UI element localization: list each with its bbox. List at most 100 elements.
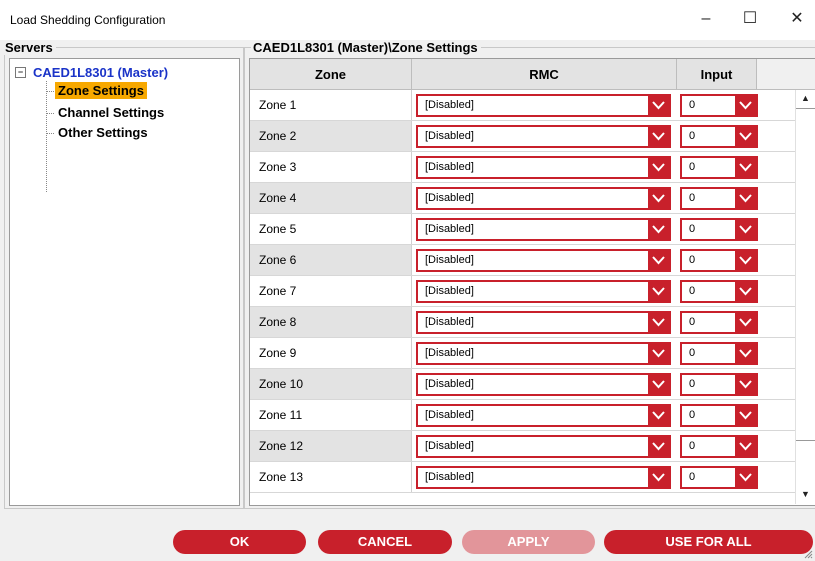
input-dropdown[interactable]: 0 (680, 249, 758, 272)
chevron-down-icon[interactable] (648, 220, 669, 239)
table-row: Zone 2 [Disabled] 0 (250, 121, 795, 152)
table-row: Zone 3 [Disabled] 0 (250, 152, 795, 183)
input-value: 0 (689, 378, 696, 390)
rmc-dropdown[interactable]: [Disabled] (416, 373, 671, 396)
chevron-down-icon[interactable] (648, 468, 669, 487)
scroll-up-icon[interactable]: ▲ (801, 93, 810, 103)
rmc-dropdown[interactable]: [Disabled] (416, 435, 671, 458)
rmc-dropdown[interactable]: [Disabled] (416, 311, 671, 334)
maximize-button[interactable]: ☐ (732, 6, 768, 32)
chevron-down-icon[interactable] (735, 96, 756, 115)
rmc-value: [Disabled] (425, 316, 474, 328)
chevron-down-icon[interactable] (648, 189, 669, 208)
input-dropdown[interactable]: 0 (680, 94, 758, 117)
input-dropdown[interactable]: 0 (680, 342, 758, 365)
chevron-down-icon[interactable] (648, 313, 669, 332)
chevron-down-icon[interactable] (735, 189, 756, 208)
window-title: Load Shedding Configuration (10, 13, 166, 27)
input-dropdown[interactable]: 0 (680, 187, 758, 210)
input-value: 0 (689, 409, 696, 421)
input-dropdown[interactable]: 0 (680, 218, 758, 241)
chevron-down-icon[interactable] (735, 437, 756, 456)
chevron-down-icon[interactable] (735, 375, 756, 394)
chevron-down-icon[interactable] (735, 158, 756, 177)
input-dropdown[interactable]: 0 (680, 466, 758, 489)
chevron-down-icon[interactable] (735, 344, 756, 363)
zone-cell: Zone 12 (250, 431, 412, 461)
table-row: Zone 8 [Disabled] 0 (250, 307, 795, 338)
zone-cell: Zone 7 (250, 276, 412, 306)
chevron-down-icon[interactable] (648, 127, 669, 146)
resize-grip-icon[interactable] (804, 550, 813, 559)
server-tree[interactable]: − CAED1L8301 (Master) Zone Settings Chan… (9, 58, 240, 506)
input-dropdown[interactable]: 0 (680, 311, 758, 334)
input-dropdown[interactable]: 0 (680, 373, 758, 396)
chevron-down-icon[interactable] (735, 220, 756, 239)
column-header-zone[interactable]: Zone (250, 59, 412, 90)
collapse-icon[interactable]: − (15, 67, 26, 78)
chevron-down-icon[interactable] (648, 158, 669, 177)
tree-root-node[interactable]: − CAED1L8301 (Master) (15, 65, 168, 80)
rmc-dropdown[interactable]: [Disabled] (416, 404, 671, 427)
rmc-dropdown[interactable]: [Disabled] (416, 342, 671, 365)
rmc-dropdown[interactable]: [Disabled] (416, 94, 671, 117)
input-dropdown[interactable]: 0 (680, 280, 758, 303)
column-header-rmc[interactable]: RMC (412, 59, 677, 90)
table-row: Zone 9 [Disabled] 0 (250, 338, 795, 369)
ok-button[interactable]: OK (173, 530, 306, 554)
rmc-dropdown[interactable]: [Disabled] (416, 466, 671, 489)
rmc-dropdown[interactable]: [Disabled] (416, 125, 671, 148)
scroll-down-icon[interactable]: ▼ (801, 489, 810, 499)
chevron-down-icon[interactable] (648, 406, 669, 425)
tree-item-other-settings[interactable]: Other Settings (55, 124, 151, 141)
tree-item-zone-settings[interactable]: Zone Settings (55, 82, 147, 99)
chevron-down-icon[interactable] (648, 437, 669, 456)
minimize-button[interactable]: – (688, 6, 724, 32)
vertical-scrollbar[interactable]: ▲ ▼ (795, 90, 815, 504)
header-filler (757, 59, 815, 90)
input-dropdown[interactable]: 0 (680, 125, 758, 148)
chevron-down-icon[interactable] (648, 375, 669, 394)
cancel-button[interactable]: CANCEL (318, 530, 452, 554)
zone-cell: Zone 6 (250, 245, 412, 275)
scrollbar-thumb[interactable] (796, 108, 815, 441)
rmc-dropdown[interactable]: [Disabled] (416, 280, 671, 303)
chevron-down-icon[interactable] (735, 406, 756, 425)
rmc-value: [Disabled] (425, 285, 474, 297)
input-value: 0 (689, 161, 696, 173)
table-row: Zone 6 [Disabled] 0 (250, 245, 795, 276)
input-value: 0 (689, 347, 696, 359)
input-dropdown[interactable]: 0 (680, 435, 758, 458)
chevron-down-icon[interactable] (648, 251, 669, 270)
rmc-dropdown[interactable]: [Disabled] (416, 156, 671, 179)
input-dropdown[interactable]: 0 (680, 156, 758, 179)
chevron-down-icon[interactable] (648, 344, 669, 363)
rmc-dropdown[interactable]: [Disabled] (416, 187, 671, 210)
column-header-input[interactable]: Input (677, 59, 757, 90)
rmc-value: [Disabled] (425, 161, 474, 173)
use-for-all-button[interactable]: USE FOR ALL (604, 530, 813, 554)
chevron-down-icon[interactable] (648, 96, 669, 115)
input-value: 0 (689, 316, 696, 328)
zone-grid: Zone RMC Input Zone 1 [Disabled] 0 Zone 2 [D… (249, 58, 815, 506)
input-value: 0 (689, 192, 696, 204)
tree-item-channel-settings[interactable]: Channel Settings (55, 104, 167, 121)
chevron-down-icon[interactable] (735, 313, 756, 332)
table-row: Zone 1 [Disabled] 0 (250, 90, 795, 121)
zone-cell: Zone 3 (250, 152, 412, 182)
input-dropdown[interactable]: 0 (680, 404, 758, 427)
rmc-dropdown[interactable]: [Disabled] (416, 249, 671, 272)
close-button[interactable]: ✕ (779, 6, 815, 32)
chevron-down-icon[interactable] (735, 468, 756, 487)
zone-cell: Zone 13 (250, 462, 412, 492)
chevron-down-icon[interactable] (735, 251, 756, 270)
rmc-dropdown[interactable]: [Disabled] (416, 218, 671, 241)
chevron-down-icon[interactable] (648, 282, 669, 301)
chevron-down-icon[interactable] (735, 127, 756, 146)
table-row: Zone 4 [Disabled] 0 (250, 183, 795, 214)
chevron-down-icon[interactable] (735, 282, 756, 301)
input-value: 0 (689, 223, 696, 235)
zone-cell: Zone 4 (250, 183, 412, 213)
title-bar: Load Shedding Configuration – ☐ ✕ (0, 0, 815, 40)
rmc-value: [Disabled] (425, 471, 474, 483)
